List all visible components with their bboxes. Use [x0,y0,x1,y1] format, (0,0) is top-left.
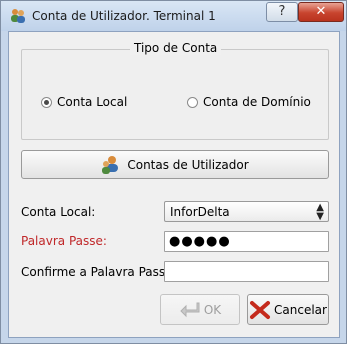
help-button[interactable]: ? [266,2,298,22]
window-title: Conta de Utilizador. Terminal 1 [32,9,216,23]
users-icon [102,155,119,174]
account-type-group: Tipo de Conta Conta Local Conta de Domín… [21,41,329,140]
cancel-x-icon [250,300,271,319]
radio-label: Conta Local [57,95,128,109]
local-account-select[interactable]: InforDelta ▲ ▼ [164,201,329,222]
title-bar[interactable]: Conta de Utilizador. Terminal 1 ? ✕ [1,1,346,31]
close-icon: ✕ [315,4,327,19]
confirm-password-label: Confirme a Palavra Passe: [21,265,177,279]
radio-local-account[interactable]: Conta Local [41,95,127,109]
user-accounts-button[interactable]: Contas de Utilizador [21,150,329,179]
ok-label: OK [203,302,222,317]
user-accounts-label: Contas de Utilizador [127,157,249,172]
password-value: ●●●●● [169,234,231,249]
cancel-button[interactable]: Cancelar [247,294,329,325]
confirm-password-field[interactable] [164,261,329,282]
password-label: Palavra Passe: [21,234,107,248]
dialog-body: Tipo de Conta Conta Local Conta de Domín… [8,31,340,338]
password-field[interactable]: ●●●●● [164,231,329,252]
cancel-label: Cancelar [274,302,327,317]
radio-button[interactable] [41,96,52,108]
enter-arrow-icon [180,302,200,317]
ok-button[interactable]: OK [160,294,240,325]
updown-arrows-icon: ▲ ▼ [316,202,324,222]
local-account-value: InforDelta [170,205,230,219]
radio-domain-account[interactable]: Conta de Domínio [187,95,311,109]
radio-button[interactable] [187,96,198,108]
group-title: Tipo de Conta [130,41,222,55]
users-icon [11,9,25,23]
radio-label: Conta de Domínio [203,95,311,109]
dialog-window: Conta de Utilizador. Terminal 1 ? ✕ Tipo… [0,0,347,344]
local-account-label: Conta Local: [21,205,96,219]
close-button[interactable]: ✕ [298,2,344,22]
